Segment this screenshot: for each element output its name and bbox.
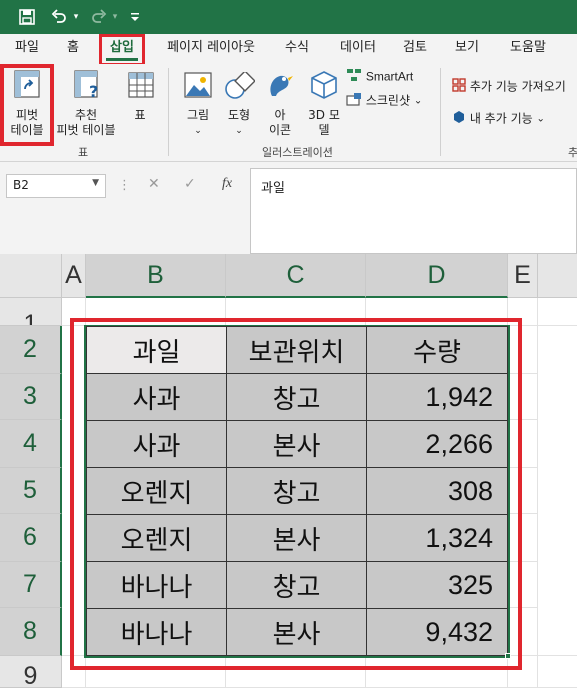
- smartart-icon: [346, 68, 362, 86]
- addins-group-label: 추: [568, 146, 577, 159]
- column-header-a[interactable]: A: [62, 254, 86, 298]
- insert-tab-highlight: [99, 34, 145, 66]
- my-addins-icon: [452, 110, 466, 128]
- redo-icon[interactable]: [88, 0, 110, 34]
- picture-dropdown-icon: ⌄: [194, 126, 202, 136]
- get-addins-label: 추가 기능 가져오기: [469, 79, 566, 94]
- formula-input[interactable]: 과일: [250, 168, 577, 254]
- row-header-2[interactable]: 2: [0, 326, 62, 374]
- tab-file[interactable]: 파일: [6, 34, 48, 64]
- column-header-e[interactable]: E: [508, 254, 538, 298]
- spreadsheet-grid: A B C D E 1 2 3 4 5 6 7 8 9 과일 보관위치 수량 사…: [0, 254, 577, 690]
- illustrations-group-label: 일러스트레이션: [262, 146, 333, 159]
- addins-store-icon: [452, 78, 466, 96]
- picture-icon: [184, 72, 212, 102]
- undo-dropdown-icon[interactable]: ▾: [70, 0, 82, 34]
- column-header-f[interactable]: [538, 254, 577, 298]
- table-button[interactable]: 표: [122, 68, 158, 142]
- tables-group-label: 표: [78, 146, 89, 159]
- shapes-dropdown-icon: ⌄: [235, 126, 243, 136]
- smartart-button[interactable]: SmartArt: [346, 68, 420, 86]
- table-highlight: [70, 318, 522, 670]
- recommended-pivot-icon: ?: [74, 70, 100, 104]
- formula-bar-grip-icon: ⋮: [118, 178, 131, 193]
- svg-text:?: ?: [89, 82, 98, 100]
- 3d-models-button[interactable]: 3D 모 델: [302, 68, 346, 142]
- row-header-1[interactable]: 1: [0, 298, 62, 326]
- screenshot-label: 스크린샷: [365, 93, 410, 108]
- my-addins-button[interactable]: 내 추가 기능 ⌄: [452, 110, 562, 128]
- tab-help[interactable]: 도움말: [500, 34, 556, 64]
- tab-data[interactable]: 데이터: [330, 34, 386, 64]
- name-box-value: B2: [13, 178, 29, 192]
- table-icon: [128, 72, 154, 102]
- shapes-icon: [225, 70, 256, 104]
- icons-label: 아 이콘: [268, 108, 292, 137]
- select-all-corner[interactable]: [0, 254, 62, 298]
- screenshot-button[interactable]: 스크린샷 ⌄: [346, 92, 430, 110]
- tab-home[interactable]: 홈: [56, 34, 90, 64]
- tab-formulas[interactable]: 수식: [276, 34, 318, 64]
- 3d-cube-icon: [310, 70, 338, 104]
- screenshot-dropdown-icon: ⌄: [413, 95, 423, 107]
- customize-qat-icon[interactable]: [128, 0, 142, 34]
- row-header-9[interactable]: 9: [0, 656, 62, 690]
- undo-icon[interactable]: [48, 0, 70, 34]
- save-icon[interactable]: [14, 0, 40, 34]
- title-bar: ▾ ▾: [0, 0, 577, 34]
- column-header-c[interactable]: C: [226, 254, 366, 298]
- get-addins-button[interactable]: 추가 기능 가져오기: [452, 78, 577, 96]
- icons-icon: [266, 70, 294, 104]
- group-divider: [168, 68, 169, 156]
- formula-bar: B2 ▼ ⋮ ✕ ✓ fx 과일: [0, 162, 577, 254]
- 3d-models-label: 3D 모 델: [308, 108, 340, 137]
- column-header-d[interactable]: D: [366, 254, 508, 298]
- column-f-cells[interactable]: [538, 326, 577, 656]
- insert-function-icon[interactable]: fx: [222, 176, 232, 192]
- row-header-7[interactable]: 7: [0, 562, 62, 608]
- row-header-6[interactable]: 6: [0, 514, 62, 562]
- row-header-4[interactable]: 4: [0, 420, 62, 468]
- column-header-b[interactable]: B: [86, 254, 226, 298]
- cancel-icon[interactable]: ✕: [148, 176, 160, 192]
- icons-button[interactable]: 아 이콘: [262, 68, 298, 142]
- row-header-8[interactable]: 8: [0, 608, 62, 656]
- row-header-5[interactable]: 5: [0, 468, 62, 514]
- cell-f9[interactable]: [538, 656, 577, 688]
- tab-view[interactable]: 보기: [446, 34, 488, 64]
- tab-review[interactable]: 검토: [394, 34, 436, 64]
- shapes-button[interactable]: 도형 ⌄: [220, 68, 258, 142]
- group-divider: [440, 68, 441, 156]
- recommended-pivot-button[interactable]: ? 추천 피벗 테이블: [54, 68, 118, 142]
- cell-f1[interactable]: [538, 298, 577, 326]
- my-addins-label: 내 추가 기능: [469, 111, 533, 126]
- smartart-label: SmartArt: [365, 69, 414, 84]
- table-label: 표: [134, 108, 146, 122]
- recommended-pivot-label: 추천 피벗 테이블: [56, 108, 116, 137]
- screenshot-icon: [346, 92, 362, 110]
- picture-label: 그림: [186, 108, 210, 122]
- ribbon-tabs: 파일 홈 삽입 페이지 레이아웃 수식 데이터 검토 보기 도움말: [0, 34, 577, 66]
- ribbon: 피벗 테이블 ? 추천 피벗 테이블 표 표 그림 ⌄ 도형 ⌄ 아 이콘 3D…: [0, 64, 577, 162]
- my-addins-dropdown-icon: ⌄: [536, 113, 545, 125]
- tab-page-layout[interactable]: 페이지 레이아웃: [156, 34, 266, 64]
- pivot-table-highlight: [0, 64, 54, 146]
- name-box[interactable]: B2 ▼: [6, 174, 106, 198]
- shapes-label: 도형: [227, 108, 251, 122]
- name-box-dropdown-icon[interactable]: ▼: [92, 178, 99, 188]
- formula-content: 과일: [261, 181, 285, 196]
- redo-dropdown-icon[interactable]: ▾: [109, 0, 121, 34]
- enter-icon[interactable]: ✓: [184, 176, 196, 192]
- picture-button[interactable]: 그림 ⌄: [180, 68, 216, 142]
- row-header-3[interactable]: 3: [0, 374, 62, 420]
